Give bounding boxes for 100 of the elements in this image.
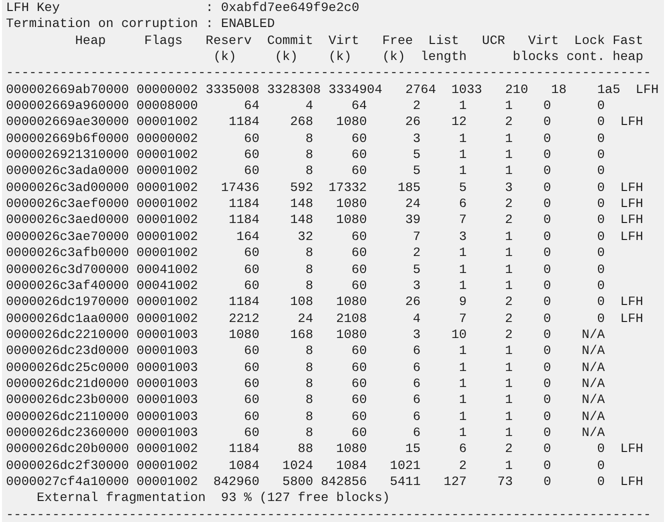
column-header: blocks	[512, 49, 559, 64]
table-cell: 0000026c3af40000	[6, 278, 129, 294]
table-cell-text: 10	[450, 326, 467, 344]
dashed-rule: ------------------------------------------------------------------------------------	[6, 506, 652, 522]
table-cell: 00001002	[136, 180, 198, 196]
table-cell-text: 8	[304, 408, 314, 425]
table-cell-text: 2	[504, 294, 513, 311]
table-cell-text: 0	[596, 98, 605, 114]
table-cell-text: 60	[350, 228, 367, 246]
table-cell-text: 1	[504, 163, 513, 180]
dashed-rule: ------------------------------------------------------------------------------------	[6, 65, 652, 82]
table-cell-text: 17332	[327, 180, 367, 196]
table-cell: 3335008	[206, 82, 260, 98]
table-cell-text: 6	[458, 441, 467, 458]
table-cell-text: 0	[542, 343, 552, 360]
table-cell-text: 6	[412, 343, 421, 360]
table-cell-text: 0	[542, 212, 552, 229]
table-cell: 00000002	[136, 130, 198, 148]
table-cell-text: 0	[542, 392, 552, 409]
table-cell-text: 1184	[228, 441, 260, 458]
table-cell: 00041002	[136, 262, 198, 278]
table-cell-text: 60	[350, 392, 367, 409]
table-cell-text: 0	[542, 441, 552, 458]
table-cell-text: 4	[412, 310, 421, 327]
table-cell-text: 0	[596, 278, 605, 294]
table-cell-text: 8	[304, 163, 314, 180]
table-cell-text: 148	[289, 212, 314, 229]
table-cell-text: 1a5	[596, 82, 620, 98]
table-cell: 000002669a960000	[6, 98, 129, 114]
table-cell-text: 1080	[228, 326, 260, 344]
table-cell-text: 1184	[228, 196, 260, 212]
table-cell-text: 0	[596, 114, 605, 131]
table-cell-text: 0	[596, 441, 605, 458]
table-cell: 0000026c3aef0000	[6, 196, 129, 212]
table-cell-text: 0	[596, 262, 605, 278]
table-cell-text: 1080	[335, 441, 367, 458]
table-cell-text: 60	[350, 376, 367, 392]
table-cell: 00001002	[136, 163, 198, 180]
fragmentation-summary: External fragmentation 93 % (127 free blocks)	[36, 490, 390, 507]
table-cell: LFH	[620, 310, 644, 327]
table-cell-text: 148	[289, 196, 314, 212]
table-cell: 00001002	[136, 228, 198, 246]
table-cell-text: 8	[304, 392, 314, 409]
table-cell-text: 60	[350, 278, 367, 294]
table-cell-text: 7	[458, 212, 467, 229]
table-cell: 00001003	[136, 343, 198, 360]
table-cell-text: 88	[296, 441, 314, 458]
table-cell-text: 2108	[335, 310, 367, 327]
table-cell-text: 1084	[335, 458, 367, 474]
column-header: cont.	[566, 49, 605, 64]
table-cell-text: 1	[504, 228, 513, 246]
table-cell: 3334904	[328, 82, 382, 98]
column-header: (k)	[274, 49, 298, 64]
table-cell-text: N/A	[580, 376, 605, 392]
table-cell: LFH	[636, 82, 659, 98]
table-cell-text: 0	[596, 294, 605, 311]
column-header: (k)	[213, 49, 236, 64]
table-cell-text: 0	[542, 180, 552, 196]
table-cell-text: 1	[504, 245, 513, 262]
table-cell-text: 1	[504, 147, 513, 164]
table-cell: 0000026c3aed0000	[6, 212, 129, 229]
table-cell-text: 64	[350, 98, 367, 114]
table-cell-text: 6	[412, 408, 421, 425]
table-cell: 0000026dc2210000	[6, 326, 129, 344]
table-cell-text: 5	[412, 262, 421, 278]
table-cell-text: 1080	[335, 212, 367, 229]
table-cell: LFH	[620, 474, 644, 490]
column-header: Commit	[267, 32, 314, 48]
table-cell: 000002669b6f0000	[6, 130, 129, 148]
column-header: length	[420, 49, 467, 64]
table-cell-text: 2	[504, 310, 513, 327]
table-cell: 00001002	[136, 147, 198, 164]
table-cell: 0000026dc25c0000	[6, 360, 129, 376]
table-cell-text: 592	[289, 180, 314, 196]
table-cell-text: 60	[350, 147, 367, 164]
table-cell: 00001003	[136, 424, 198, 442]
table-cell: 000002669ae30000	[6, 114, 129, 131]
table-cell: 0000026dc2360000	[6, 424, 129, 442]
table-cell-text: 0	[596, 180, 605, 196]
table-cell: LFH	[620, 228, 644, 246]
table-cell-text: 1	[504, 458, 513, 474]
table-cell-text: 1	[458, 376, 467, 392]
table-cell-text: 1	[458, 392, 467, 409]
table-cell-text: 60	[243, 130, 260, 148]
table-cell-text: 1	[458, 98, 467, 114]
table-cell-text: 26	[404, 114, 421, 131]
table-cell-text: 12	[450, 114, 467, 131]
table-cell-text: 0	[596, 474, 605, 490]
table-cell-text: 1	[458, 278, 467, 294]
table-cell-text: 0	[596, 130, 605, 148]
info-separator: :	[206, 16, 214, 33]
table-cell: 0000026c3ada0000	[6, 163, 129, 180]
table-cell-text: 1	[458, 245, 467, 262]
table-cell: LFH	[620, 294, 644, 311]
table-cell-text: N/A	[580, 360, 605, 376]
table-cell-text: 3	[412, 130, 421, 148]
table-cell-text: 0	[542, 294, 552, 311]
table-cell-text: N/A	[580, 424, 605, 442]
table-cell-text: 60	[243, 163, 260, 180]
table-cell: 00001002	[136, 245, 198, 262]
